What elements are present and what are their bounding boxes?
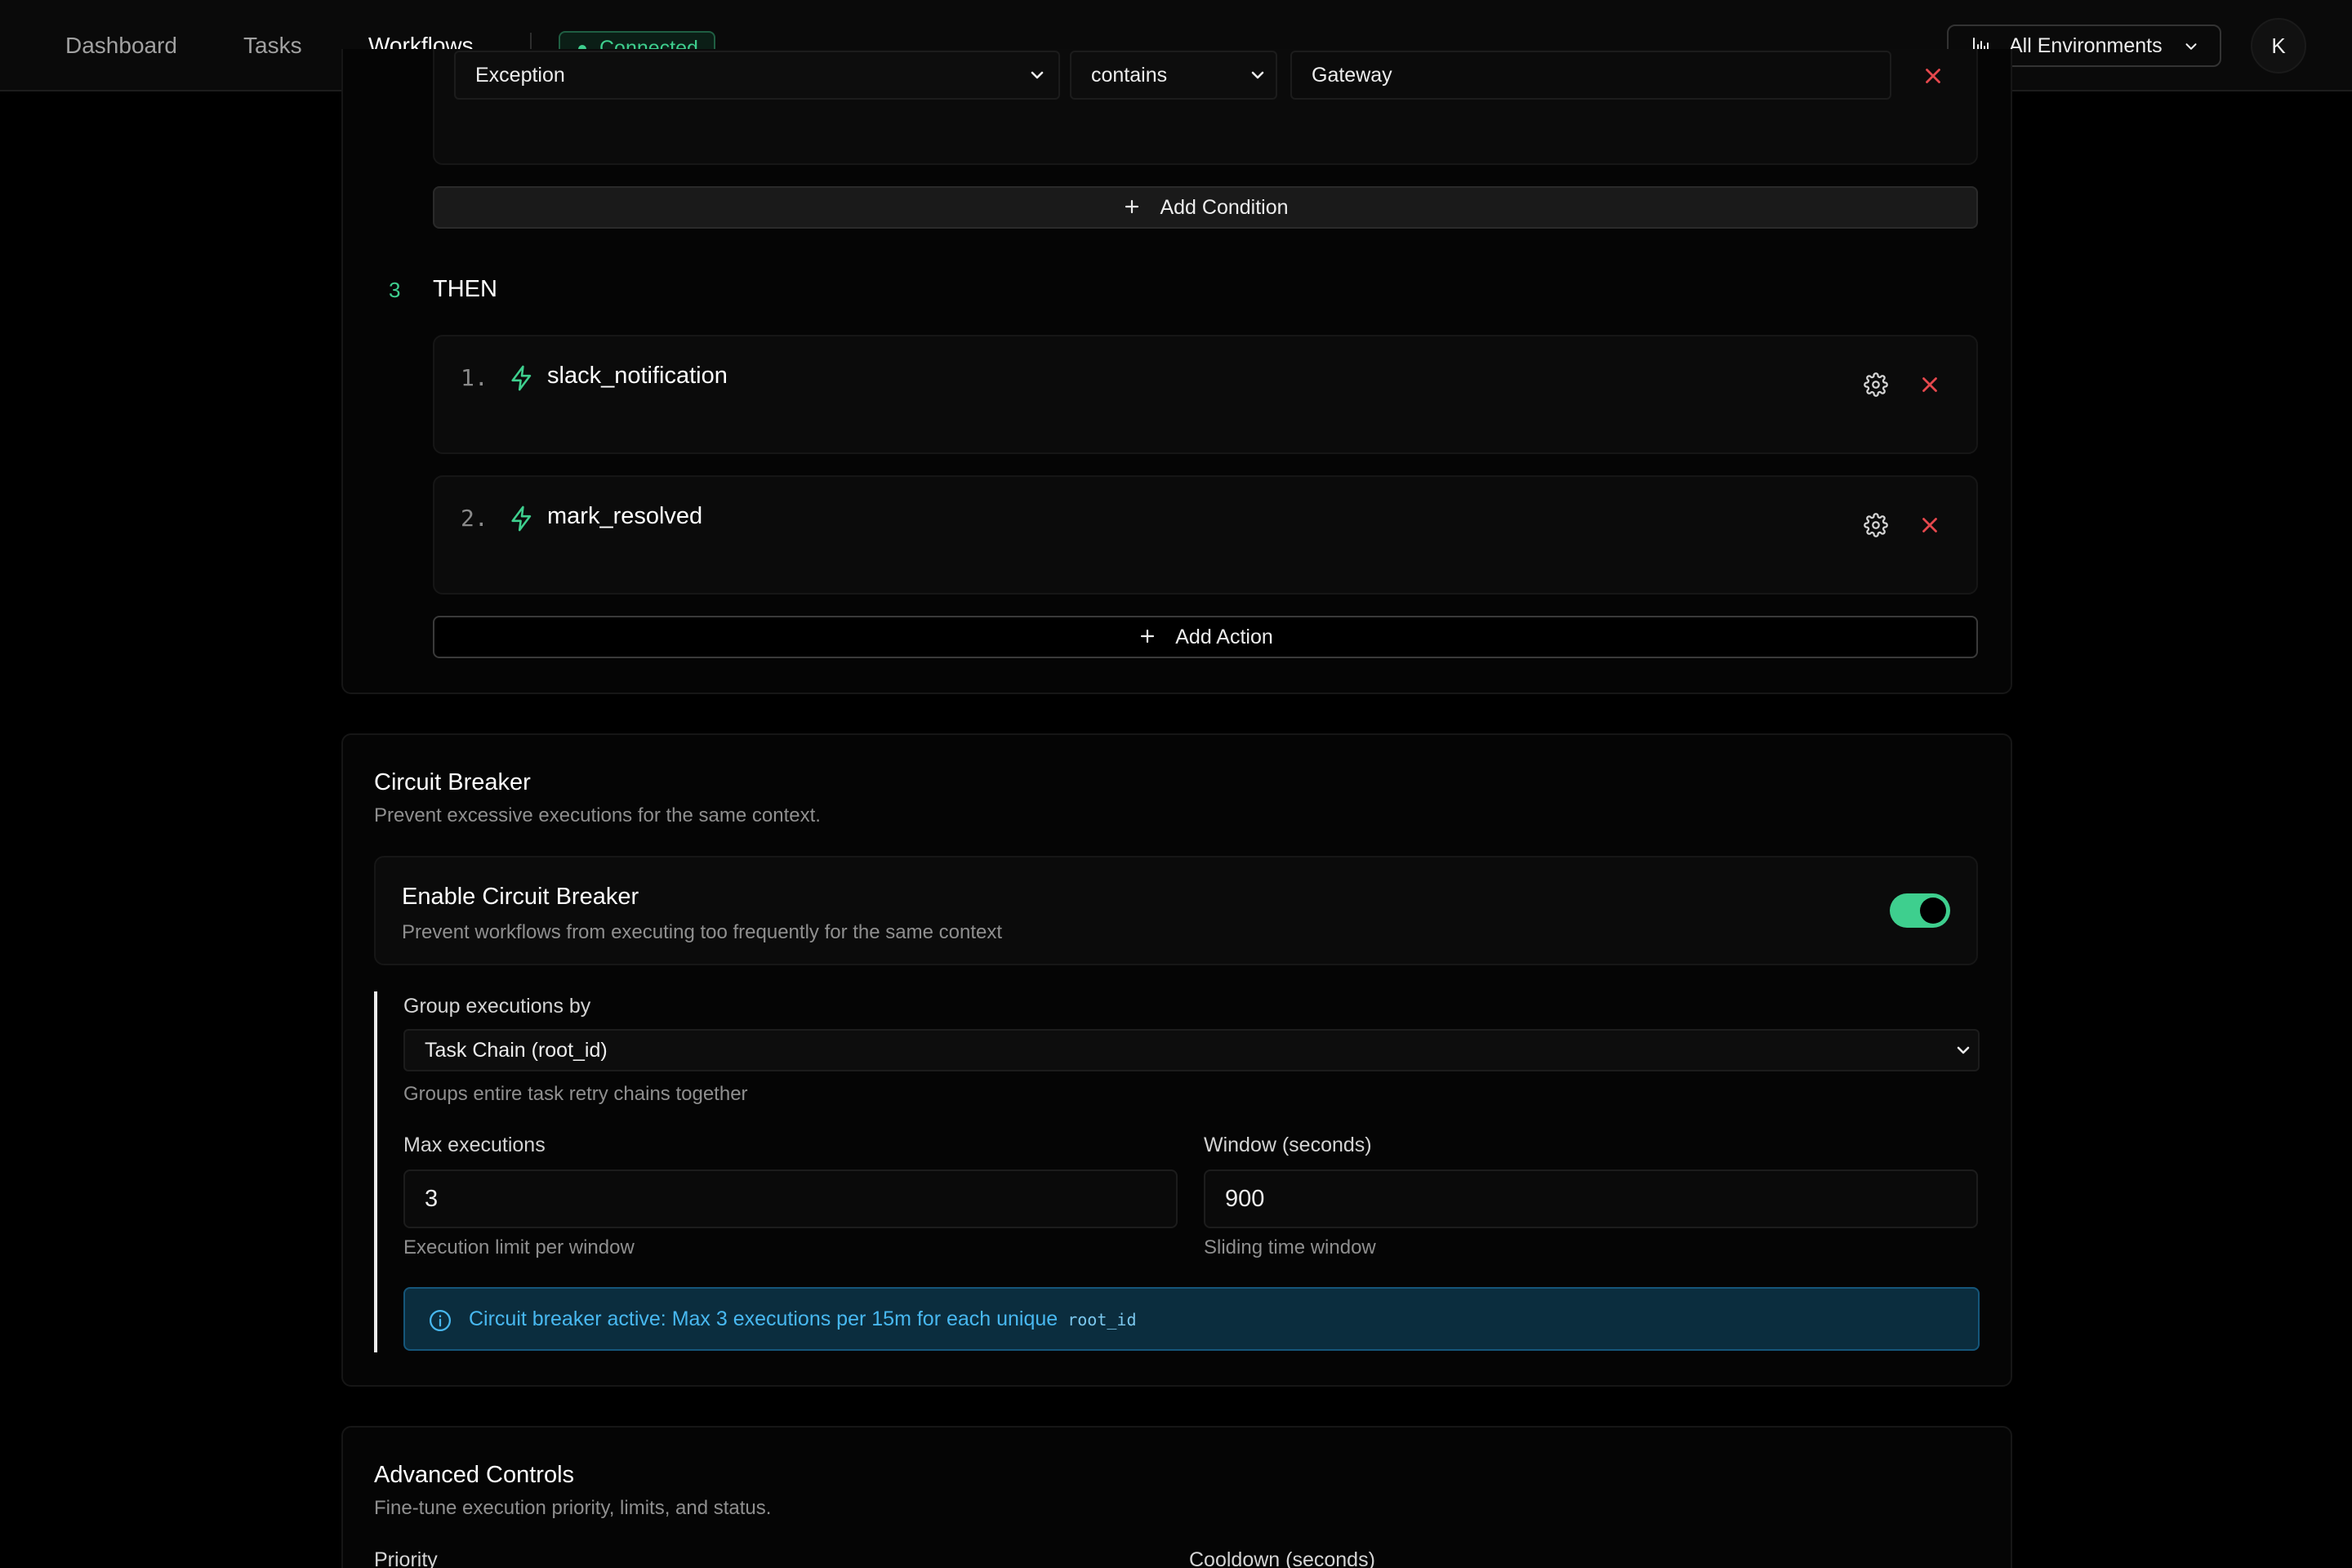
group-by-help: Groups entire task retry chains together — [403, 1083, 748, 1105]
action-item: 2. mark_resolved — [433, 475, 1978, 595]
chevron-down-icon — [1957, 1046, 1970, 1054]
max-executions-input[interactable]: 3 — [403, 1169, 1178, 1228]
user-avatar[interactable]: K — [2251, 18, 2306, 74]
action-index: 1. — [461, 364, 488, 391]
gear-icon[interactable] — [1864, 513, 1888, 537]
add-action-button[interactable]: Add Action — [433, 616, 1978, 658]
condition-row: Exception contains Gateway — [433, 49, 1978, 165]
remove-condition-icon[interactable] — [1921, 64, 1945, 88]
remove-action-icon[interactable] — [1918, 513, 1942, 537]
enable-circuit-breaker-title: Enable Circuit Breaker — [402, 884, 639, 910]
condition-field-select[interactable]: Exception — [454, 51, 1060, 100]
condition-value-text: Gateway — [1312, 64, 1392, 87]
gear-icon[interactable] — [1864, 372, 1888, 397]
circuit-breaker-info-text: Circuit breaker active: Max 3 executions… — [469, 1307, 1058, 1330]
info-icon — [430, 1310, 451, 1331]
chevron-down-icon — [2185, 43, 2197, 50]
group-by-select[interactable]: Task Chain (root_id) — [403, 1029, 1980, 1071]
advanced-controls-subtitle: Fine-tune execution priority, limits, an… — [374, 1497, 772, 1519]
condition-field-value: Exception — [475, 64, 565, 87]
group-by-label: Group executions by — [403, 995, 591, 1018]
action-item: 1. slack_notification — [433, 335, 1978, 454]
action-name: slack_notification — [547, 363, 728, 389]
condition-operator-value: contains — [1091, 64, 1168, 87]
lightning-icon — [511, 506, 532, 532]
toggle-knob — [1920, 898, 1946, 924]
condition-operator-select[interactable]: contains — [1070, 51, 1277, 100]
max-executions-help: Execution limit per window — [403, 1236, 635, 1258]
then-heading: THEN — [433, 276, 497, 302]
group-by-value: Task Chain (root_id) — [425, 1039, 608, 1062]
max-executions-label: Max executions — [403, 1134, 546, 1156]
add-condition-label: Add Condition — [1160, 196, 1289, 219]
chevron-down-icon — [1031, 71, 1044, 79]
lightning-icon — [511, 365, 532, 391]
advanced-controls-title: Advanced Controls — [374, 1462, 575, 1488]
window-seconds-label: Window (seconds) — [1204, 1134, 1372, 1156]
chevron-down-icon — [1251, 71, 1264, 79]
tab-dashboard[interactable]: Dashboard — [65, 0, 177, 91]
plus-icon — [1141, 630, 1155, 644]
cooldown-label: Cooldown (seconds) — [1189, 1548, 1375, 1568]
settings-group-rail — [374, 991, 377, 1352]
circuit-breaker-info-code: root_id — [1067, 1310, 1137, 1330]
add-action-label: Add Action — [1175, 626, 1273, 648]
enable-circuit-breaker-desc: Prevent workflows from executing too fre… — [402, 921, 1003, 943]
window-seconds-help: Sliding time window — [1204, 1236, 1376, 1258]
enable-circuit-breaker-row: Enable Circuit Breaker Prevent workflows… — [374, 856, 1978, 965]
tab-tasks[interactable]: Tasks — [243, 0, 302, 91]
priority-label: Priority — [374, 1548, 438, 1568]
environment-label: All Environments — [2009, 34, 2163, 57]
window-seconds-input[interactable]: 900 — [1204, 1169, 1978, 1228]
circuit-breaker-title: Circuit Breaker — [374, 769, 531, 795]
circuit-breaker-info-banner: Circuit breaker active: Max 3 executions… — [403, 1287, 1980, 1351]
plus-icon — [1125, 200, 1139, 214]
step-number: 3 — [389, 278, 401, 302]
action-index: 2. — [461, 505, 488, 532]
action-name: mark_resolved — [547, 503, 703, 529]
circuit-breaker-toggle[interactable] — [1890, 893, 1950, 928]
circuit-breaker-subtitle: Prevent excessive executions for the sam… — [374, 804, 821, 826]
add-condition-button[interactable]: Add Condition — [433, 186, 1978, 229]
condition-value-input[interactable]: Gateway — [1290, 51, 1891, 100]
remove-action-icon[interactable] — [1918, 372, 1942, 397]
